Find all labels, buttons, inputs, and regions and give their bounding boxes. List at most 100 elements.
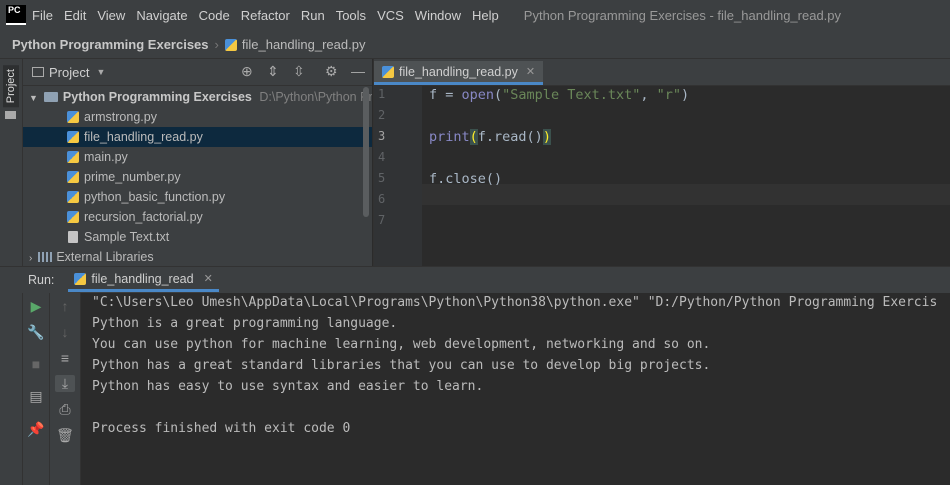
code-token-paren-highlight: (	[469, 129, 478, 145]
root-folder-path: D:\Python\Python Progr	[259, 90, 372, 104]
code-token: f =	[429, 87, 462, 103]
tree-file-label: python_basic_function.py	[84, 190, 226, 204]
tree-file-item[interactable]: Sample Text.txt	[23, 227, 372, 247]
print-icon[interactable]: ⎙	[55, 401, 75, 418]
python-file-icon	[382, 65, 394, 78]
tree-file-item[interactable]: main.py	[23, 147, 372, 167]
window-title: Python Programming Exercises - file_hand…	[523, 7, 842, 23]
menu-run[interactable]: Run	[301, 8, 325, 23]
code-token: )	[681, 87, 690, 103]
line-number: 6	[378, 192, 386, 206]
menu-bar: PC File Edit View Navigate Code Refactor…	[0, 0, 950, 30]
python-file-icon	[224, 38, 237, 51]
code-token: ,	[640, 87, 657, 103]
layout-icon[interactable]: ▤	[26, 388, 46, 405]
expand-all-icon[interactable]: ⇕	[267, 63, 279, 80]
project-scrollbar[interactable]	[363, 87, 369, 217]
menu-file[interactable]: File	[32, 8, 53, 23]
code-token-string: "r"	[656, 87, 681, 103]
console-line: Python has a great standard libraries th…	[92, 358, 711, 373]
editor-tab-label: file_handling_read.py	[399, 64, 518, 79]
project-panel-header: Project ▼ ⊕ ⇕ ⇳ ⚙ —	[23, 59, 372, 86]
tree-file-label: Sample Text.txt	[84, 230, 170, 244]
close-icon[interactable]: ✕	[204, 272, 213, 285]
gear-icon[interactable]: ⚙	[325, 63, 338, 80]
tree-file-label: armstrong.py	[84, 110, 157, 124]
line-number: 3	[378, 129, 386, 143]
run-toolbar: ▶ 🔧 ■ ▤ 📌	[23, 293, 50, 485]
external-libraries-label: External Libraries	[56, 250, 154, 264]
collapse-all-icon[interactable]: ⇳	[293, 63, 305, 80]
project-panel: Project ▼ ⊕ ⇕ ⇳ ⚙ — ▼ Python Programming …	[23, 59, 372, 266]
run-tab-label: file_handling_read	[91, 271, 194, 286]
tree-file-item[interactable]: prime_number.py	[23, 167, 372, 187]
tree-file-label: main.py	[84, 150, 128, 164]
arrow-up-icon[interactable]: ↑	[55, 298, 75, 314]
minimize-icon[interactable]: —	[351, 63, 365, 79]
current-line-highlight	[422, 184, 950, 205]
tree-file-item[interactable]: recursion_factorial.py	[23, 207, 372, 227]
tree-file-item-selected[interactable]: file_handling_read.py	[23, 127, 372, 147]
tree-file-item[interactable]: python_basic_function.py	[23, 187, 372, 207]
menu-window[interactable]: Window	[415, 8, 461, 23]
line-number: 2	[378, 108, 386, 122]
breadcrumb: Python Programming Exercises › file_hand…	[0, 30, 950, 59]
chevron-down-icon[interactable]: ▼	[96, 67, 105, 77]
project-tool-window-button[interactable]: Project	[3, 65, 19, 108]
code-token: (	[494, 87, 503, 103]
trash-icon[interactable]: 🗑	[55, 427, 75, 444]
tree-file-item[interactable]: armstrong.py	[23, 107, 372, 127]
menu-tools[interactable]: Tools	[336, 8, 366, 23]
menu-vcs[interactable]: VCS	[377, 8, 404, 23]
pin-icon[interactable]: 📌	[26, 421, 46, 438]
wrench-icon[interactable]: 🔧	[26, 324, 46, 341]
breadcrumb-file[interactable]: file_handling_read.py	[224, 36, 366, 52]
code-line-1[interactable]: f = open("Sample Text.txt", "r")	[429, 87, 689, 103]
menu-code[interactable]: Code	[199, 8, 230, 23]
code-line-3[interactable]: print(f.read())	[429, 129, 551, 145]
console-line: Python is a great programming language.	[92, 316, 398, 331]
project-view-selector[interactable]: Project	[49, 65, 89, 80]
menu-refactor[interactable]: Refactor	[241, 8, 290, 23]
console-line: You can use python for machine learning,…	[92, 337, 711, 352]
tree-root-folder[interactable]: ▼ Python Programming Exercises D:\Python\…	[23, 87, 372, 107]
chevron-down-icon[interactable]: ▼	[29, 93, 38, 103]
arrow-down-icon[interactable]: ↓	[55, 324, 75, 340]
code-line-5[interactable]: f.close()	[429, 171, 502, 187]
console-line: "C:\Users\Leo Umesh\AppData\Local\Progra…	[92, 295, 938, 310]
folder-icon	[5, 111, 16, 119]
scroll-to-end-icon[interactable]: ⤓	[55, 375, 75, 392]
code-token-paren-highlight: )	[542, 129, 551, 145]
menu-help[interactable]: Help	[472, 8, 499, 23]
breadcrumb-file-label: file_handling_read.py	[241, 36, 366, 52]
run-tab-file-handling-read[interactable]: file_handling_read ✕	[68, 268, 219, 292]
code-token-builtin: open	[461, 87, 495, 103]
line-number-gutter: 1 2 3 4 5 6 7	[374, 86, 422, 266]
run-label: Run:	[28, 273, 55, 287]
chevron-right-icon[interactable]: ›	[29, 253, 32, 264]
tree-file-label: file_handling_read.py	[84, 130, 203, 144]
run-console-output[interactable]: "C:\Users\Leo Umesh\AppData\Local\Progra…	[81, 293, 950, 485]
console-line: Process finished with exit code 0	[92, 421, 351, 436]
soft-wrap-icon[interactable]: ≡	[55, 350, 75, 366]
locate-icon[interactable]: ⊕	[241, 63, 253, 80]
editor-tab-file-handling-read[interactable]: file_handling_read.py ✕	[374, 61, 544, 85]
menu-edit[interactable]: Edit	[64, 8, 86, 23]
stop-icon[interactable]: ■	[26, 356, 46, 372]
rerun-icon[interactable]: ▶	[26, 298, 46, 315]
menu-navigate[interactable]: Navigate	[136, 8, 187, 23]
console-line: Python has easy to use syntax and easier…	[92, 379, 484, 394]
close-icon[interactable]: ✕	[526, 65, 535, 78]
folder-icon	[43, 92, 58, 102]
line-number: 7	[378, 213, 386, 227]
editor-pane: file_handling_read.py ✕ 1 2 3 4 5 6 7 f …	[373, 59, 950, 266]
run-left-tool-strip	[0, 293, 23, 485]
breadcrumb-project[interactable]: Python Programming Exercises	[12, 37, 209, 52]
run-panel-header: Run: file_handling_read ✕	[0, 266, 950, 294]
line-number: 5	[378, 171, 386, 185]
left-tool-strip: Project	[0, 59, 23, 266]
menu-view[interactable]: View	[97, 8, 125, 23]
code-token: f.read()	[477, 129, 543, 145]
tree-file-label: prime_number.py	[84, 170, 181, 184]
tree-external-libraries[interactable]: › External Libraries	[23, 247, 372, 267]
